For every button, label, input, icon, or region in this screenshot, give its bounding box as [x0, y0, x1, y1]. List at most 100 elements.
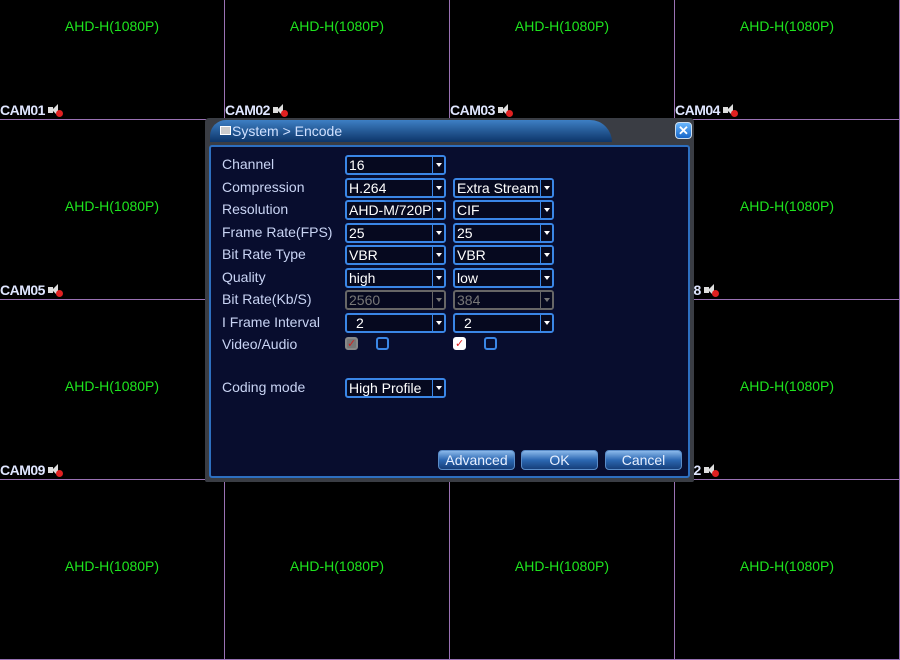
- extra-quality-value: low: [457, 270, 479, 286]
- extra-video-checkbox[interactable]: ✓: [453, 337, 466, 350]
- iframe-label: I Frame Interval: [222, 314, 321, 330]
- coding-mode-label: Coding mode: [222, 379, 306, 395]
- speaker-muted-icon: [703, 284, 719, 297]
- main-bit-rate-type-select[interactable]: VBR: [345, 245, 446, 265]
- chevron-down-icon: [540, 180, 552, 196]
- camera-cell[interactable]: AHD-H(1080P): [225, 480, 450, 660]
- extra-quality-select[interactable]: low: [453, 268, 554, 288]
- resolution-label: AHD-H(1080P): [64, 18, 160, 34]
- camera-cell[interactable]: AHD-H(1080P) CAM09: [0, 300, 225, 480]
- compression-value: H.264: [349, 180, 387, 196]
- frame-rate-label: Frame Rate(FPS): [222, 224, 333, 240]
- chevron-down-icon: [432, 225, 444, 241]
- camera-label: CAM01: [0, 102, 63, 118]
- camera-name: CAM09: [0, 462, 45, 478]
- extra-bit-rate-type-select[interactable]: VBR: [453, 245, 554, 265]
- dialog-title-tab: System > Encode: [210, 120, 612, 142]
- chevron-down-icon: [540, 202, 552, 218]
- cancel-button[interactable]: Cancel: [605, 450, 682, 470]
- camera-name: CAM04: [675, 102, 720, 118]
- main-resolution-select[interactable]: AHD-M/720P: [345, 200, 446, 220]
- compression-label: Compression: [222, 179, 305, 195]
- dialog-title: System > Encode: [232, 123, 343, 139]
- main-quality-value: high: [349, 270, 376, 286]
- camera-name: CAM05: [0, 282, 45, 298]
- camera-cell[interactable]: AHD-H(1080P) CAM03: [450, 0, 675, 120]
- quality-label: Quality: [222, 269, 266, 285]
- coding-mode-value: High Profile: [349, 380, 422, 396]
- extra-frame-rate-select[interactable]: 25: [453, 223, 554, 243]
- main-audio-checkbox[interactable]: [376, 337, 389, 350]
- resolution-label: AHD-H(1080P): [64, 378, 160, 394]
- camera-name: CAM03: [450, 102, 495, 118]
- speaker-muted-icon: [47, 104, 63, 117]
- chevron-down-icon: [540, 225, 552, 241]
- camera-cell[interactable]: AHD-H(1080P)M12: [675, 300, 900, 480]
- chevron-down-icon: [432, 202, 444, 218]
- bit-rate-type-label: Bit Rate Type: [222, 246, 306, 262]
- stream-select[interactable]: Extra Stream: [453, 178, 554, 198]
- channel-select[interactable]: 16: [345, 155, 446, 175]
- main-resolution-value: AHD-M/720P: [349, 202, 432, 218]
- camera-cell[interactable]: AHD-H(1080P): [675, 480, 900, 660]
- main-quality-select[interactable]: high: [345, 268, 446, 288]
- bit-rate-label: Bit Rate(Kb/S): [222, 291, 312, 307]
- main-iframe-select[interactable]: 2: [345, 313, 446, 333]
- extra-bit-rate-value: 384: [457, 292, 481, 308]
- camera-name: CAM01: [0, 102, 45, 118]
- extra-bit-rate-type-value: VBR: [457, 247, 486, 263]
- camera-cell[interactable]: AHD-H(1080P) CAM04: [675, 0, 900, 120]
- speaker-muted-icon: [722, 104, 738, 117]
- camera-label: CAM04: [675, 102, 738, 118]
- ok-button[interactable]: OK: [521, 450, 598, 470]
- main-iframe-value: 2: [356, 315, 364, 331]
- coding-mode-select[interactable]: High Profile: [345, 378, 446, 398]
- extra-audio-checkbox[interactable]: [484, 337, 497, 350]
- camera-name: CAM02: [225, 102, 270, 118]
- channel-label: Channel: [222, 156, 275, 172]
- resolution-label: AHD-H(1080P): [64, 198, 160, 214]
- speaker-muted-icon: [497, 104, 513, 117]
- channel-value: 16: [349, 157, 365, 173]
- advanced-button[interactable]: Advanced: [438, 450, 515, 470]
- resolution-label: Resolution: [222, 201, 289, 217]
- speaker-muted-icon: [47, 284, 63, 297]
- chevron-down-icon: [432, 292, 444, 308]
- resolution-label: AHD-H(1080P): [739, 18, 835, 34]
- chevron-down-icon: [540, 292, 552, 308]
- main-bit-rate-value: 2560: [349, 292, 381, 308]
- chevron-down-icon: [432, 180, 444, 196]
- camera-label: CAM09: [0, 462, 63, 478]
- chevron-down-icon: [540, 270, 552, 286]
- video-audio-label: Video/Audio: [222, 336, 298, 352]
- close-button[interactable]: ✕: [675, 122, 692, 139]
- camera-label: CAM02: [225, 102, 288, 118]
- resolution-label: AHD-H(1080P): [739, 198, 835, 214]
- compression-select[interactable]: H.264: [345, 178, 446, 198]
- camera-cell[interactable]: AHD-H(1080P): [0, 480, 225, 660]
- camera-cell[interactable]: AHD-H(1080P) CAM05: [0, 120, 225, 300]
- extra-iframe-select[interactable]: 2: [453, 313, 554, 333]
- resolution-label: AHD-H(1080P): [739, 558, 835, 574]
- speaker-muted-icon: [703, 464, 719, 477]
- camera-cell[interactable]: AHD-H(1080P): [450, 480, 675, 660]
- camera-cell[interactable]: AHD-H(1080P) CAM02: [225, 0, 450, 120]
- chevron-down-icon: [432, 157, 444, 173]
- chevron-down-icon: [432, 380, 444, 396]
- resolution-label: AHD-H(1080P): [64, 558, 160, 574]
- extra-resolution-select[interactable]: CIF: [453, 200, 554, 220]
- resolution-label: AHD-H(1080P): [514, 18, 610, 34]
- extra-bit-rate-select: 384: [453, 290, 554, 310]
- extra-frame-rate-value: 25: [457, 225, 473, 241]
- extra-resolution-value: CIF: [457, 202, 480, 218]
- speaker-muted-icon: [272, 104, 288, 117]
- camera-cell[interactable]: AHD-H(1080P)M08: [675, 120, 900, 300]
- resolution-label: AHD-H(1080P): [289, 558, 385, 574]
- extra-iframe-value: 2: [464, 315, 472, 331]
- encode-icon: [220, 126, 231, 135]
- encode-dialog: System > Encode ✕ Channel Compression Re…: [205, 118, 694, 482]
- main-video-checkbox: ✓: [345, 337, 358, 350]
- camera-cell[interactable]: AHD-H(1080P) CAM01: [0, 0, 225, 120]
- main-frame-rate-select[interactable]: 25: [345, 223, 446, 243]
- resolution-label: AHD-H(1080P): [739, 378, 835, 394]
